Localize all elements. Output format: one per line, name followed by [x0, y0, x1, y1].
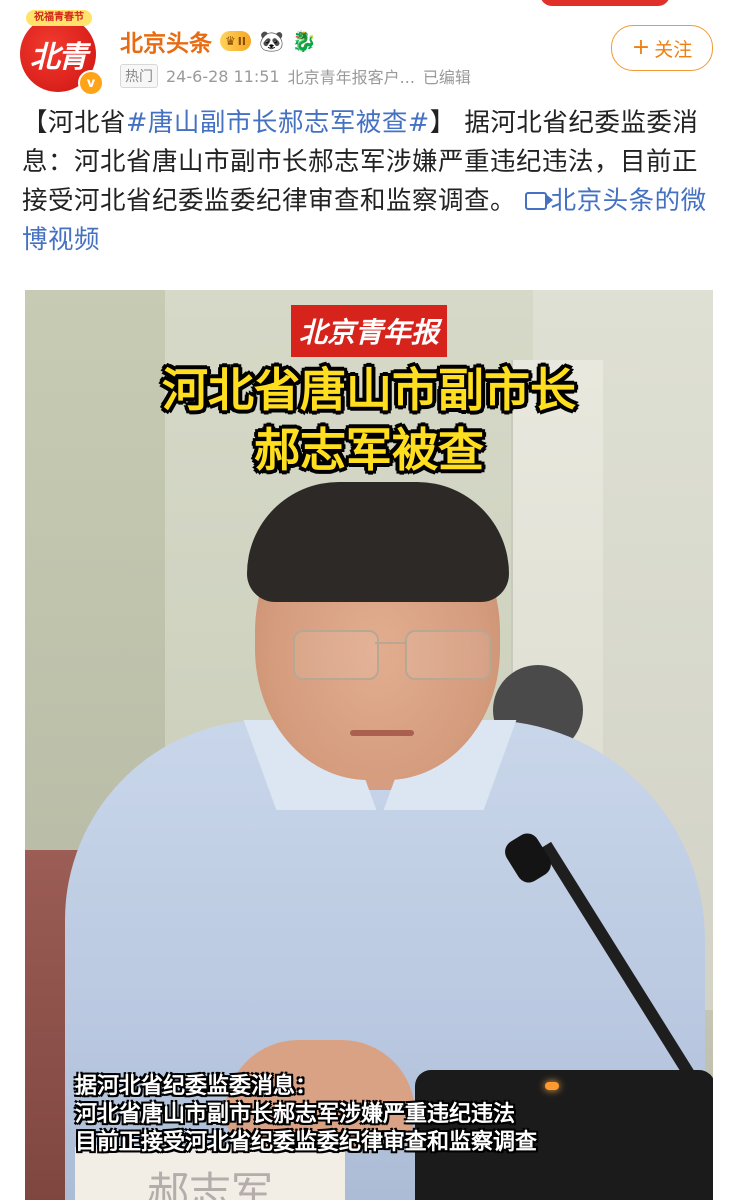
glasses-bridge: [375, 642, 405, 644]
account-name[interactable]: 北京头条: [120, 24, 212, 58]
avatar[interactable]: 北青 祝福青春节 v: [20, 10, 104, 96]
plus-icon: +: [631, 35, 651, 60]
subtitle-line-2: 河北省唐山市副市长郝志军涉嫌严重违纪违法: [75, 1102, 516, 1127]
vip-level: II: [237, 34, 246, 48]
verified-icon: v: [78, 70, 104, 96]
follow-button[interactable]: + 关注: [611, 25, 713, 71]
post-header: 北青 祝福青春节 v 北京头条 ♛ II 🐼 🐉 热门 24-6-28 11:5…: [0, 0, 737, 100]
subtitle-line-1: 据河北省纪委监委消息：: [75, 1074, 318, 1099]
post-meta: 热门 24-6-28 11:51 北京青年报客户... 已编辑: [120, 64, 471, 88]
post-body: 【河北省#唐山副市长郝志军被查#】 据河北省纪委监委消息：河北省唐山市副市长郝志…: [22, 104, 712, 260]
panda-icon[interactable]: 🐼: [259, 31, 284, 51]
name-row: 北京头条 ♛ II 🐼 🐉: [120, 24, 317, 58]
follow-label: 关注: [654, 38, 693, 61]
headline-line-2: 郝志军被查: [254, 423, 484, 477]
person-mouth: [350, 730, 414, 736]
hot-tag: 热门: [120, 64, 158, 88]
edited-label[interactable]: 已编辑: [423, 64, 471, 88]
glasses-left: [293, 630, 379, 680]
video-icon: [524, 192, 553, 210]
video-subtitles: 据河北省纪委监委消息： 河北省唐山市副市长郝志军涉嫌严重违纪违法 目前正接受河北…: [75, 1073, 695, 1157]
post-bracket: 】: [429, 108, 456, 138]
weibo-post-page: 北青 祝福青春节 v 北京头条 ♛ II 🐼 🐉 热门 24-6-28 11:5…: [0, 0, 737, 1200]
headline-line-1: 河北省唐山市副市长: [162, 363, 576, 417]
post-timestamp: 24-6-28 11:51: [166, 66, 280, 86]
vip-badge[interactable]: ♛ II: [220, 31, 251, 51]
avatar-banner: 祝福青春节: [26, 10, 92, 26]
avatar-logo: 北青: [30, 40, 88, 75]
video-headline: 河北省唐山市副市长 郝志军被查: [25, 360, 713, 480]
person-hair: [247, 482, 509, 602]
newspaper-logo: 北京青年报: [291, 305, 447, 357]
post-prefix: 【河北省: [22, 108, 127, 138]
post-source: 北京青年报客户...: [287, 68, 415, 87]
glasses-right: [405, 630, 491, 680]
crown-icon: ♛: [225, 34, 236, 48]
dragon-icon[interactable]: 🐉: [292, 31, 317, 51]
hashtag-link[interactable]: #唐山副市长郝志军被查#: [126, 108, 430, 138]
subtitle-line-3: 目前正接受河北省纪委监委纪律审查和监察调查: [75, 1130, 538, 1155]
video-player[interactable]: 郝志军 北京青年报 河北省唐山市副市长 郝志军被查 据河北省纪委监委消息： 河北…: [25, 290, 713, 1200]
